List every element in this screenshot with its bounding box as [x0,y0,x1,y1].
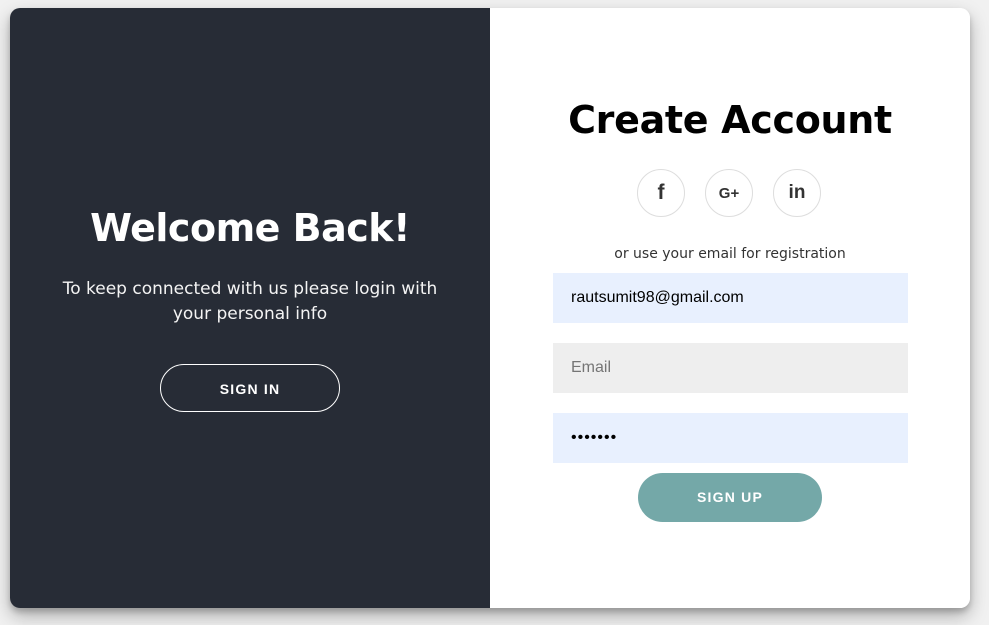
sign-up-form-panel: Create Account f G+ in or use your email… [490,8,970,608]
facebook-icon: f [657,181,665,204]
email-field[interactable] [553,343,908,393]
sign-in-button[interactable]: SIGN IN [160,364,340,412]
linkedin-button[interactable]: in [773,169,821,217]
google-plus-icon: G+ [718,184,740,202]
welcome-text: To keep connected with us please login w… [62,279,438,324]
welcome-title: Welcome Back! [90,206,410,250]
name-field[interactable] [553,273,908,323]
sign-up-button[interactable]: SIGN UP [638,473,822,522]
google-plus-button[interactable]: G+ [705,169,753,217]
password-field[interactable] [553,413,908,463]
auth-card: Welcome Back! To keep connected with us … [10,8,970,608]
facebook-button[interactable]: f [637,169,685,217]
form-title: Create Account [568,98,892,142]
linkedin-icon: in [788,182,806,203]
welcome-overlay-panel: Welcome Back! To keep connected with us … [10,8,490,608]
registration-hint: or use your email for registration [614,246,846,262]
